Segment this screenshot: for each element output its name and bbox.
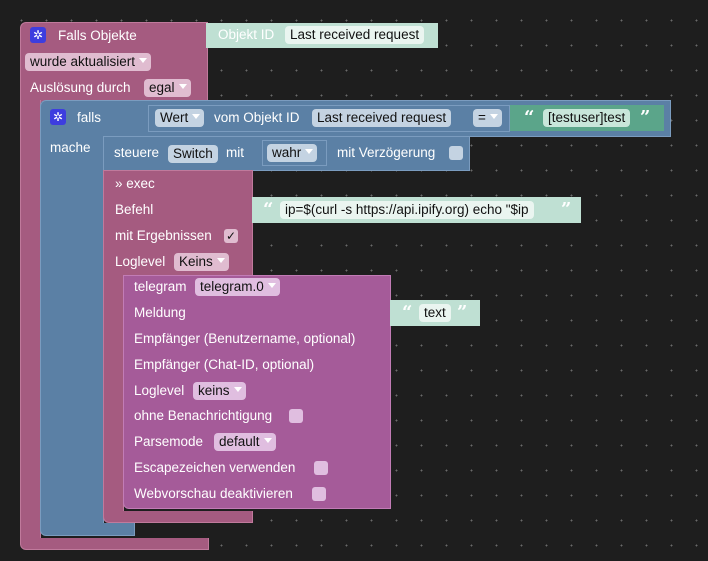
exec-block-foot [103, 511, 253, 523]
silent-checkbox[interactable] [289, 409, 303, 423]
if-block-arm [40, 136, 104, 525]
operator-dropdown[interactable]: = [473, 109, 502, 127]
quote-close-icon: ” [457, 302, 468, 323]
chat-label: Empfänger (Chat-ID, optional) [134, 357, 315, 372]
trigger-by-dropdown[interactable]: egal [144, 79, 191, 97]
parse-dropdown[interactable]: default [214, 433, 276, 451]
preview-label: Webvorschau deaktivieren [134, 486, 293, 501]
telegram-instance-dropdown[interactable]: telegram.0 [195, 278, 280, 296]
parse-label: Parsemode [134, 434, 204, 449]
preview-checkbox[interactable] [312, 487, 326, 501]
exec-loglevel-label: Loglevel [115, 254, 166, 269]
bool-dropdown[interactable]: wahr [267, 144, 318, 162]
quote-close-icon: ” [640, 107, 651, 128]
event-dropdown[interactable]: wurde aktualisiert [25, 53, 152, 71]
exec-loglevel-dropdown[interactable]: Keins [174, 253, 229, 271]
message-field[interactable]: text [419, 304, 451, 322]
quote-open-icon: “ [402, 302, 413, 323]
if-label: falls [77, 110, 102, 125]
telegram-label: telegram [134, 279, 187, 294]
control-target-field[interactable]: Switch [168, 145, 218, 163]
telegram-loglevel-label: Loglevel [134, 383, 185, 398]
user-label: Empfänger (Benutzername, optional) [134, 331, 356, 346]
trigger-by-label: Auslösung durch [30, 80, 131, 95]
control-label: steuere [114, 145, 160, 160]
trigger-title: Falls Objekte [58, 28, 137, 43]
control-with-label: mit [226, 145, 244, 160]
quote-open-icon: “ [524, 107, 535, 128]
exec-title: » exec [115, 176, 155, 191]
silent-label: ohne Benachrichtigung [134, 408, 273, 423]
object-id-label: Objekt ID [218, 27, 275, 42]
do-label: mache [50, 140, 91, 155]
quote-open-icon: “ [263, 199, 274, 220]
object-label: vom Objekt ID [214, 110, 300, 125]
escape-checkbox[interactable] [314, 461, 328, 475]
escape-label: Escapezeichen verwenden [134, 460, 296, 475]
object-field[interactable]: Last received request [312, 109, 452, 127]
quote-close-icon: ” [561, 199, 572, 220]
trigger-block-arm [20, 100, 41, 540]
delay-checkbox[interactable] [449, 146, 463, 160]
delay-label: mit Verzögerung [337, 145, 436, 160]
command-field[interactable]: ip=$(curl -s https://api.ipify.org) echo… [280, 201, 534, 219]
compare-value-field[interactable]: [testuser]test [543, 109, 631, 127]
trigger-block-foot [20, 538, 209, 550]
gear-icon[interactable]: ✲ [50, 109, 66, 125]
telegram-loglevel-dropdown[interactable]: keins [193, 382, 246, 400]
exec-block-arm [103, 275, 124, 513]
command-label: Befehl [115, 202, 154, 217]
value-type-dropdown[interactable]: Wert [155, 109, 205, 127]
results-checkbox[interactable]: ✓ [224, 229, 238, 243]
gear-icon[interactable]: ✲ [30, 27, 46, 43]
results-label: mit Ergebnissen [115, 228, 212, 243]
object-id-field[interactable]: Last received request [285, 26, 425, 44]
if-block-foot [40, 523, 135, 536]
message-label: Meldung [134, 305, 186, 320]
